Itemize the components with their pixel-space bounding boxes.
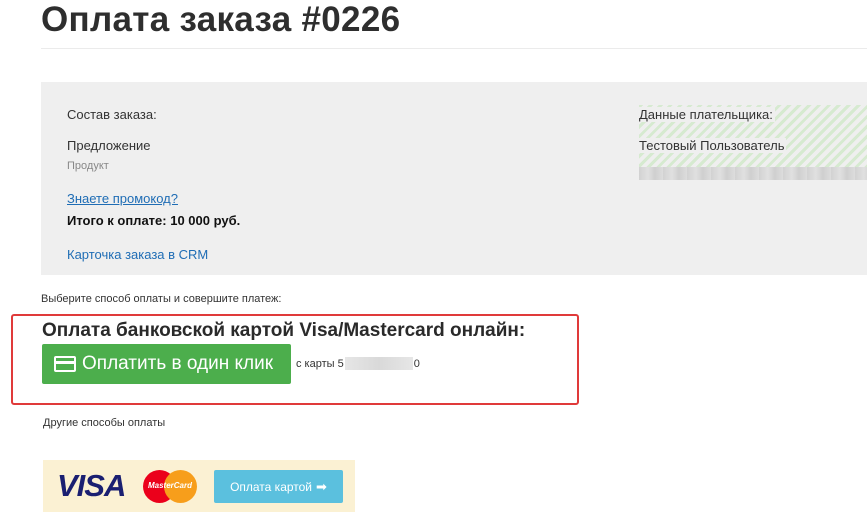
arrow-right-icon: ➡ [316,478,327,494]
card-from-suffix: 0 [413,357,420,370]
card-payment-widget: VISA MasterCard Оплата картой ➡ [43,460,355,512]
payer-name: Тестовый Пользователь [639,138,787,153]
promo-code-link[interactable]: Знаете промокод? [67,191,178,206]
page-title: Оплата заказа #0226 [41,0,401,39]
offer-label: Предложение [67,138,151,153]
choose-payment-text: Выберите способ оплаты и совершите плате… [41,293,282,305]
other-payment-methods-label: Другие способы оплаты [43,417,166,429]
card-number-redacted [344,357,413,370]
product-label: Продукт [67,160,109,172]
pay-by-card-button[interactable]: Оплата картой ➡ [214,470,343,503]
saved-card-info: с карты 5 0 [296,357,420,370]
visa-logo: VISA [57,468,126,503]
mastercard-logo: MasterCard [143,470,197,504]
order-composition-label: Состав заказа: [67,107,157,122]
payment-page: Оплата заказа #0226 Состав заказа: Предл… [0,0,867,519]
pay-by-card-label: Оплата картой [230,479,313,494]
card-from-prefix: с карты 5 [296,357,344,370]
title-divider [41,48,867,49]
pay-one-click-label: Оплатить в один клик [82,353,274,374]
order-total: Итого к оплате: 10 000 руб. [67,213,241,228]
pay-one-click-button[interactable]: Оплатить в один клик [42,344,291,384]
crm-order-link[interactable]: Карточка заказа в CRM [67,247,208,262]
payer-contact-redacted [639,167,867,180]
order-panel: Состав заказа: Предложение Продукт Знает… [41,82,867,275]
credit-card-icon [54,356,76,372]
payer-data-label: Данные плательщика: [639,107,775,122]
mastercard-wordmark: MasterCard [147,481,192,490]
card-payment-heading: Оплата банковской картой Visa/Mastercard… [42,320,526,341]
